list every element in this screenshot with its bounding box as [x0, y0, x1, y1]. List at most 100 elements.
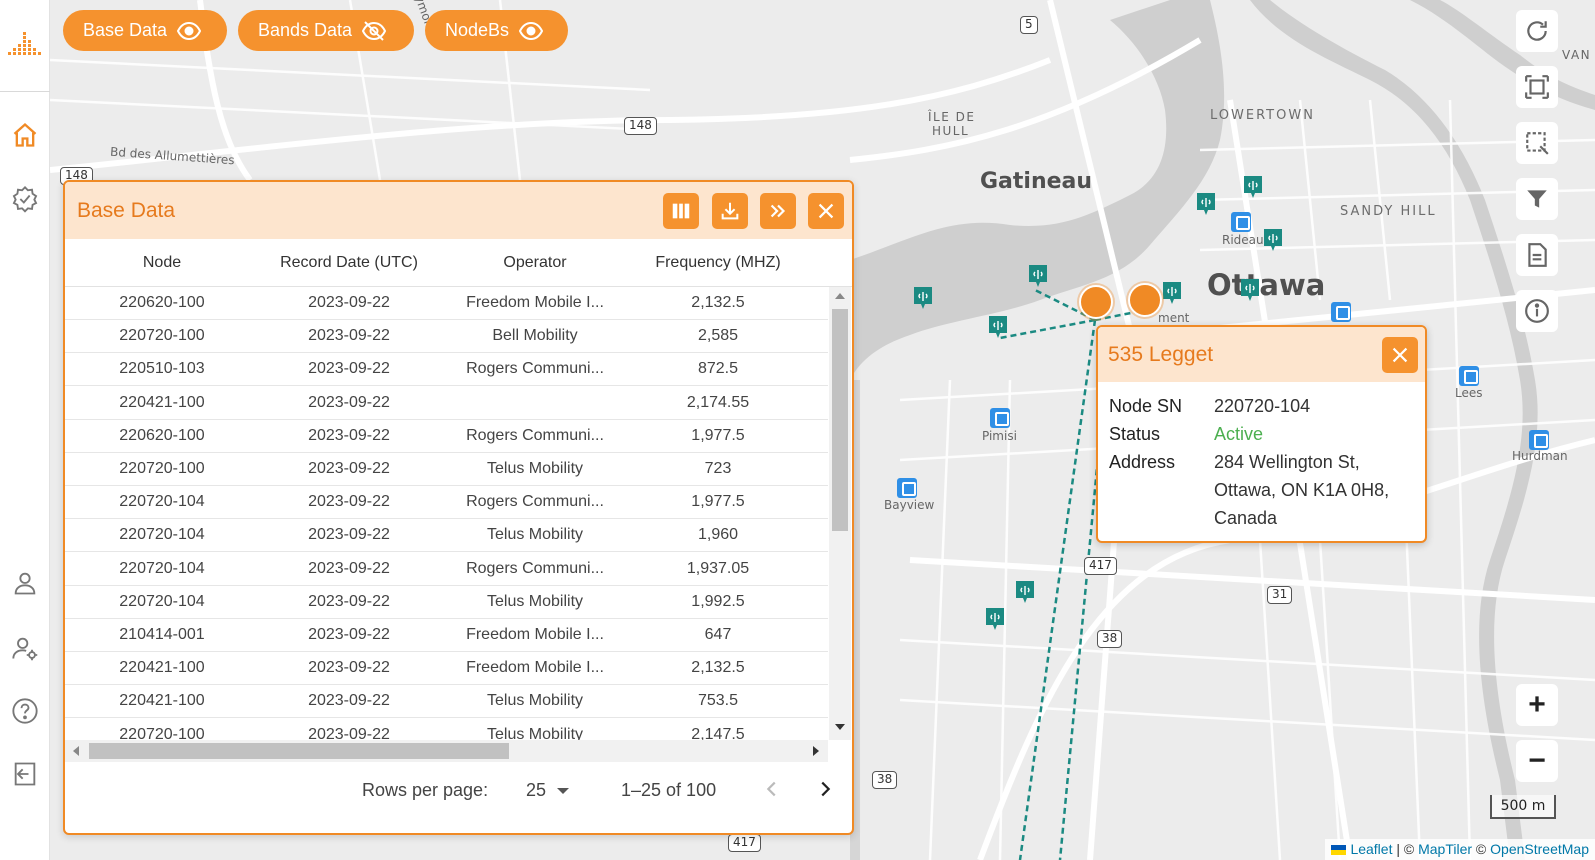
maptiler-link[interactable]: MapTiler: [1418, 841, 1472, 857]
sidebar-item-logout[interactable]: [7, 756, 43, 792]
table-row[interactable]: 220510-103 2023-09-22 Rogers Communi... 872…: [65, 353, 828, 387]
table-row[interactable]: 220421-100 2023-09-22 Freedom Mobile I... 2…: [65, 652, 828, 686]
transit-station-icon[interactable]: [1231, 212, 1251, 232]
eye-off-icon[interactable]: [362, 19, 387, 43]
zoom-in-button[interactable]: +: [1516, 684, 1558, 726]
cell-record-date: 2023-09-22: [308, 393, 390, 411]
cell-tower-marker-icon[interactable]: [1163, 282, 1181, 304]
cell-tower-marker-icon[interactable]: [1264, 229, 1282, 251]
layer-chip-nodebs[interactable]: NodeBs: [425, 10, 568, 51]
report-button[interactable]: [1516, 234, 1558, 276]
table-row[interactable]: 220421-100 2023-09-22 2,174.55: [65, 387, 828, 420]
openstreetmap-link[interactable]: OpenStreetMap: [1490, 841, 1589, 857]
table-row[interactable]: 220720-100 2023-09-22 Telus Mobility 2,147.…: [65, 719, 828, 740]
refresh-button[interactable]: [1516, 10, 1558, 52]
cell-record-date: 2023-09-22: [308, 692, 390, 710]
previous-page-chevron-icon[interactable]: [761, 778, 783, 800]
cell-operator: Telus Mobility: [486, 592, 584, 610]
eye-icon[interactable]: [519, 19, 544, 43]
scroll-up-arrow-icon[interactable]: [835, 293, 845, 299]
scroll-down-arrow-icon[interactable]: [835, 724, 845, 730]
scroll-right-arrow-icon[interactable]: [813, 746, 819, 756]
double-chevron-right-icon: [770, 204, 786, 218]
map-label-hurdman: Hurdman: [1512, 449, 1568, 463]
cell-tower-marker-icon[interactable]: [1244, 176, 1262, 198]
transit-station-icon[interactable]: [1331, 302, 1351, 322]
dropdown-caret-icon[interactable]: [557, 788, 569, 794]
column-header-frequency[interactable]: Frequency (MHZ): [633, 254, 803, 272]
sidebar-item-verified[interactable]: [7, 181, 43, 217]
next-page-chevron-icon[interactable]: [814, 778, 836, 800]
column-header-record-date[interactable]: Record Date (UTC): [259, 254, 439, 272]
document-icon: [1528, 243, 1547, 267]
address-line-1: 284 Wellington St,: [1214, 452, 1360, 472]
table-row[interactable]: 220720-104 2023-09-22 Rogers Communi... 1,9…: [65, 486, 828, 520]
node-cluster-marker[interactable]: [1128, 283, 1162, 317]
cell-tower-marker-icon[interactable]: [1197, 193, 1215, 215]
transit-station-icon[interactable]: [990, 408, 1010, 428]
sidebar-item-user-settings[interactable]: [7, 630, 43, 666]
horizontal-scroll-thumb[interactable]: [89, 743, 509, 759]
filter-button[interactable]: [1516, 178, 1558, 220]
node-sn-label: Node SN: [1109, 396, 1183, 416]
node-popup: 535 Legget Node SN 220720-104 Status Act…: [1096, 325, 1427, 543]
sidebar-item-help[interactable]: [7, 693, 43, 729]
columns-button[interactable]: [663, 193, 699, 229]
scroll-left-arrow-icon[interactable]: [73, 746, 79, 756]
table-row[interactable]: 220421-100 2023-09-22 Telus Mobility 753.5: [65, 685, 828, 719]
transit-station-icon[interactable]: [1459, 366, 1479, 386]
transit-station-icon[interactable]: [1529, 430, 1549, 450]
cell-tower-marker-icon[interactable]: [986, 608, 1004, 630]
cell-operator: Freedom Mobile I...: [466, 294, 604, 311]
zoom-out-button[interactable]: −: [1516, 740, 1558, 782]
vertical-scrollbar[interactable]: [829, 287, 851, 740]
map-label-ile-de: ÎLE DE: [928, 110, 976, 124]
table-row[interactable]: 220620-100 2023-09-22 Rogers Communi... 1,9…: [65, 420, 828, 453]
table-row[interactable]: 220720-104 2023-09-22 Rogers Communi... 1,9…: [65, 553, 828, 586]
cell-tower-marker-icon[interactable]: [1029, 265, 1047, 287]
cell-tower-marker-icon[interactable]: [1016, 581, 1034, 603]
close-icon: [1392, 347, 1408, 363]
map-label-gatineau: Gatineau: [980, 169, 1093, 194]
cell-operator: Telus Mobility: [486, 692, 584, 710]
panel-header: Base Data: [65, 182, 852, 239]
sidebar-item-home[interactable]: [7, 117, 43, 153]
leaflet-link[interactable]: Leaflet: [1350, 841, 1392, 857]
sidebar-item-user[interactable]: [7, 565, 43, 601]
cell-node: 220620-100: [119, 426, 205, 444]
cell-frequency: 2,147.5: [691, 725, 745, 740]
panel-title: Base Data: [77, 199, 176, 222]
download-button[interactable]: [712, 193, 748, 229]
rows-per-page-select[interactable]: 25: [526, 780, 546, 801]
cell-node: 220720-100: [119, 460, 205, 477]
column-header-operator[interactable]: Operator: [465, 254, 605, 272]
fit-bounds-button[interactable]: [1516, 66, 1558, 108]
horizontal-scrollbar[interactable]: [65, 740, 828, 762]
cell-frequency: 723: [704, 460, 732, 477]
cell-tower-marker-icon[interactable]: [1241, 279, 1259, 301]
table-row[interactable]: 220720-100 2023-09-22 Bell Mobility 2,585: [65, 320, 828, 354]
transit-station-icon[interactable]: [897, 478, 917, 498]
user-settings-icon: [12, 637, 38, 661]
node-cluster-marker[interactable]: [1079, 285, 1113, 319]
column-header-node[interactable]: Node: [117, 254, 207, 272]
table-row[interactable]: 220720-100 2023-09-22 Telus Mobility 723: [65, 453, 828, 486]
eye-icon[interactable]: [177, 19, 202, 43]
expand-panel-button[interactable]: [760, 193, 796, 229]
app-logo-icon[interactable]: [6, 22, 44, 62]
layer-chip-base-data[interactable]: Base Data: [63, 10, 227, 51]
vertical-scroll-thumb[interactable]: [832, 309, 848, 531]
status-value: Active: [1214, 424, 1264, 444]
table-row[interactable]: 220720-104 2023-09-22 Telus Mobility 1,960: [65, 519, 828, 553]
cell-tower-marker-icon[interactable]: [914, 287, 932, 309]
cell-record-date: 2023-09-22: [308, 725, 390, 740]
close-panel-button[interactable]: [808, 193, 844, 229]
table-row[interactable]: 220720-104 2023-09-22 Telus Mobility 1,992.…: [65, 586, 828, 619]
table-row[interactable]: 210414-001 2023-09-22 Freedom Mobile I... 6…: [65, 619, 828, 652]
table-row[interactable]: 220620-100 2023-09-22 Freedom Mobile I... 2…: [65, 287, 828, 320]
layer-chip-bands-data[interactable]: Bands Data: [238, 10, 414, 51]
info-button[interactable]: [1516, 290, 1558, 332]
cell-tower-marker-icon[interactable]: [989, 316, 1007, 338]
select-area-button[interactable]: [1516, 122, 1558, 164]
close-popup-button[interactable]: [1382, 337, 1418, 373]
